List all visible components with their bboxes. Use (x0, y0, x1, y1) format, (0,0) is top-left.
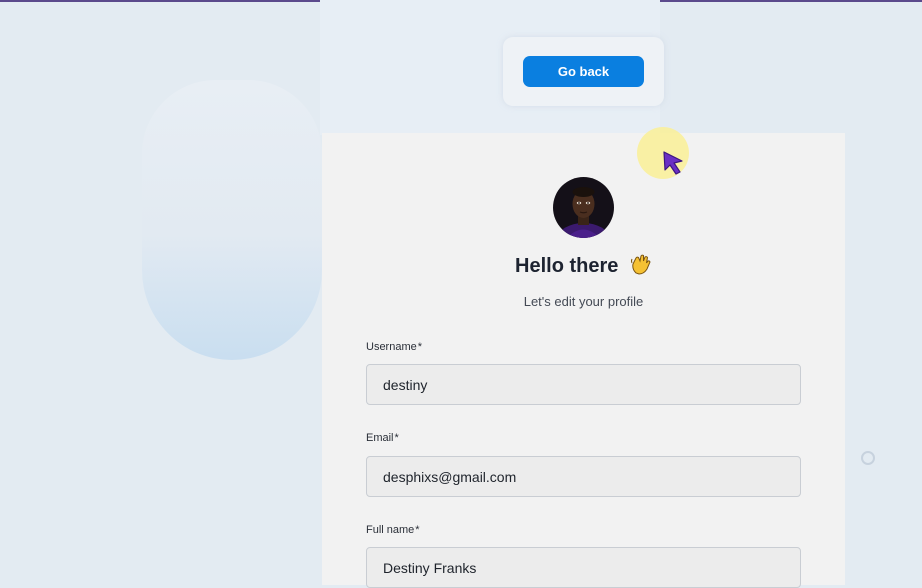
email-input[interactable] (366, 456, 801, 497)
ring-icon (861, 451, 875, 465)
full-name-label-text: Full name (366, 524, 415, 536)
full-name-label: Full name* (366, 524, 420, 536)
pointer-cursor-icon (661, 149, 687, 182)
email-label: Email* (366, 432, 399, 444)
waving-hand-icon (630, 253, 652, 281)
go-back-container: Go back (503, 37, 664, 106)
username-label-text: Username (366, 341, 417, 353)
page-title: Hello there (322, 253, 845, 281)
username-label: Username* (366, 341, 422, 353)
full-name-input[interactable] (366, 547, 801, 588)
avatar[interactable] (553, 177, 614, 238)
avatar-image (553, 177, 614, 238)
username-input[interactable] (366, 364, 801, 405)
required-marker: * (394, 432, 399, 444)
required-marker: * (417, 341, 423, 353)
required-marker: * (415, 524, 420, 536)
go-back-button[interactable]: Go back (523, 56, 644, 87)
greeting-text: Hello there (515, 255, 619, 277)
background-blob (142, 80, 322, 360)
profile-card: Hello there Let's edit your profile User… (322, 133, 845, 588)
page-subtitle: Let's edit your profile (523, 294, 644, 309)
email-label-text: Email (366, 432, 394, 444)
